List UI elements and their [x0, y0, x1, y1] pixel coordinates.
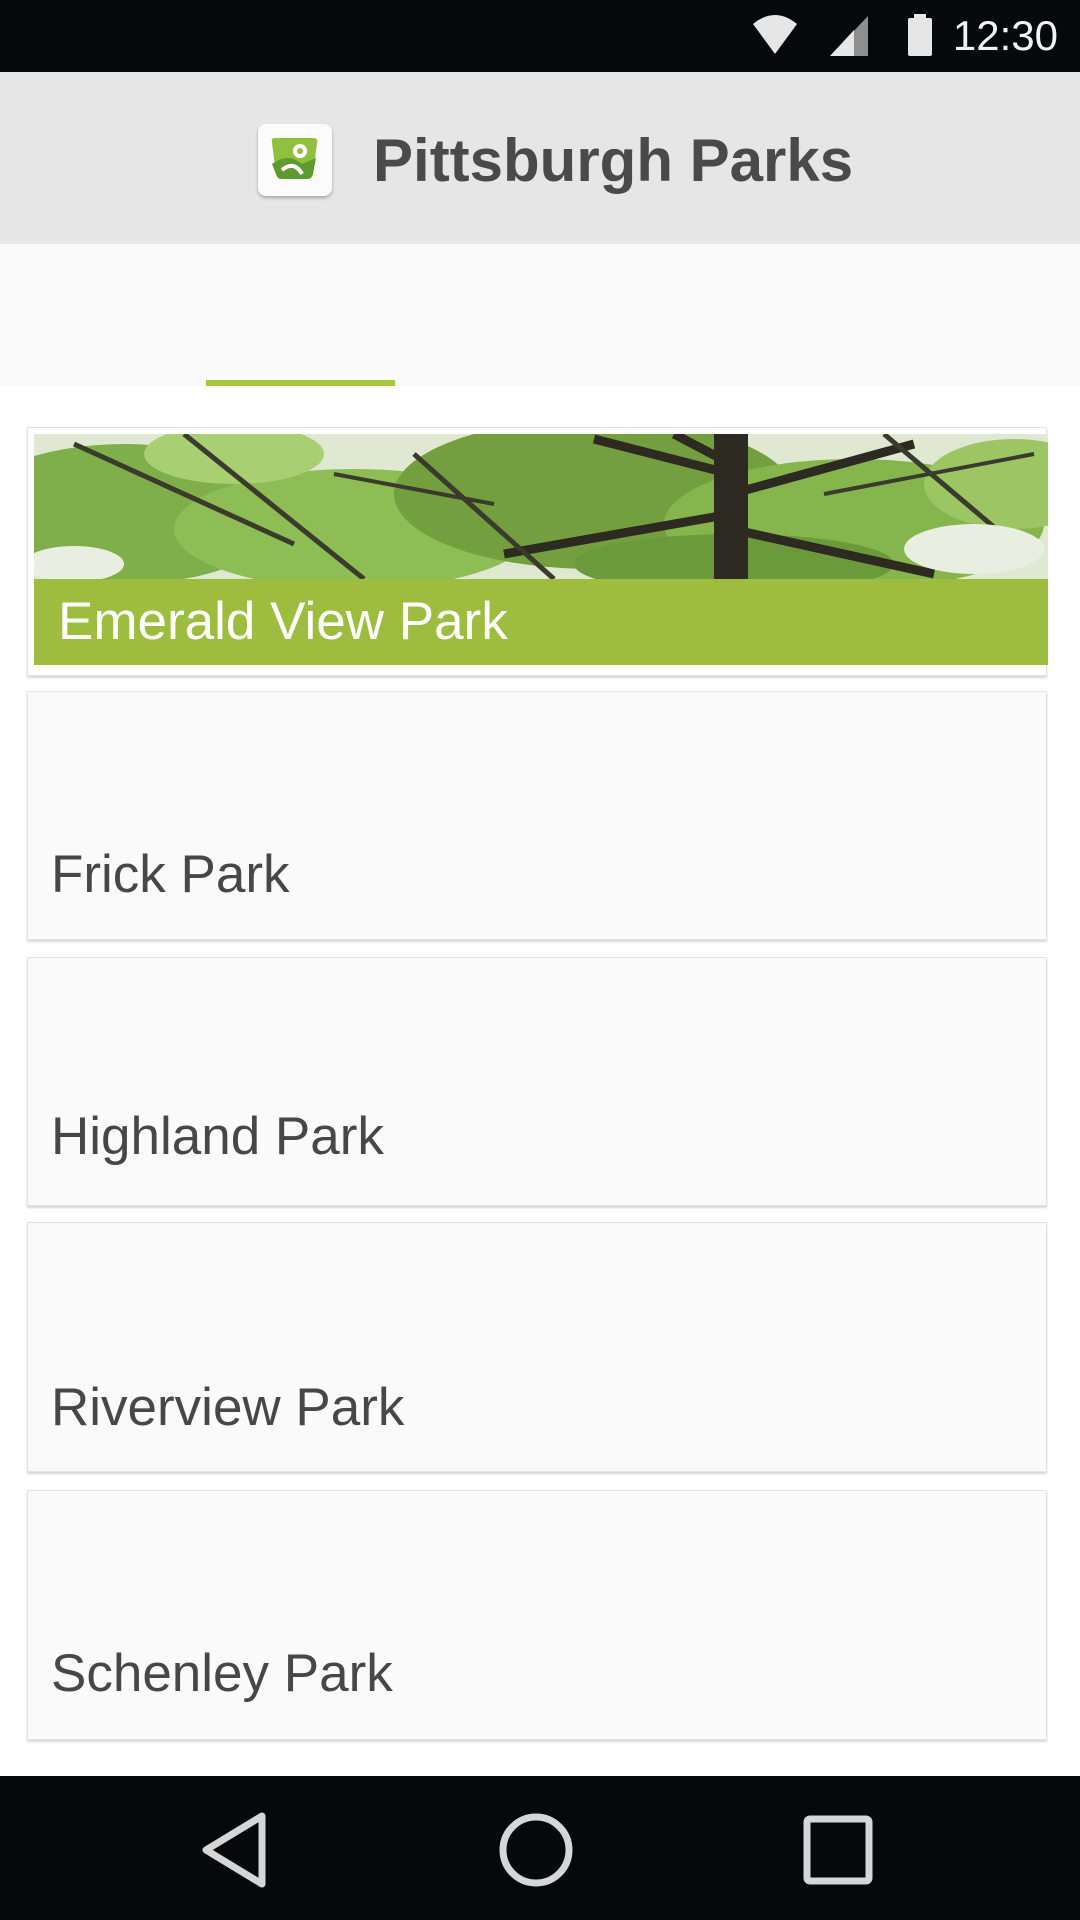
park-list[interactable]: Emerald View Park Frick Park Highland Pa…: [0, 386, 1080, 1776]
park-card-frick[interactable]: Frick Park: [27, 691, 1047, 940]
back-icon[interactable]: [192, 1808, 276, 1892]
park-card-riverview[interactable]: Riverview Park: [27, 1222, 1047, 1472]
status-time: 12:30: [952, 12, 1058, 59]
app-title: Pittsburgh Parks: [373, 127, 854, 194]
home-icon[interactable]: [494, 1808, 578, 1892]
park-name: Schenley Park: [51, 1644, 393, 1703]
park-name: Highland Park: [51, 1107, 384, 1166]
park-card-emerald-view[interactable]: Emerald View Park: [27, 427, 1048, 676]
park-card-highland[interactable]: Highland Park: [27, 957, 1047, 1206]
park-name: Riverview Park: [51, 1378, 405, 1437]
wifi-icon: [753, 15, 797, 54]
park-name: Emerald View Park: [58, 592, 508, 651]
park-card-schenley[interactable]: Schenley Park: [27, 1490, 1047, 1740]
featured-label-bar: Emerald View Park: [34, 579, 1048, 665]
battery-icon: [908, 14, 932, 56]
cell-signal-icon: [830, 16, 868, 56]
tab-strip[interactable]: [0, 244, 1080, 386]
recents-icon[interactable]: [796, 1808, 880, 1892]
park-photo-logo-icon: [258, 124, 332, 196]
screen: 12:30 Pittsburgh Parks Emerald View Park…: [0, 0, 1080, 1920]
status-bar: 12:30: [0, 0, 1080, 72]
park-photo: [34, 434, 1048, 579]
park-name: Frick Park: [51, 845, 290, 904]
navigation-bar: [0, 1776, 1080, 1920]
app-bar: Pittsburgh Parks: [0, 72, 1080, 244]
